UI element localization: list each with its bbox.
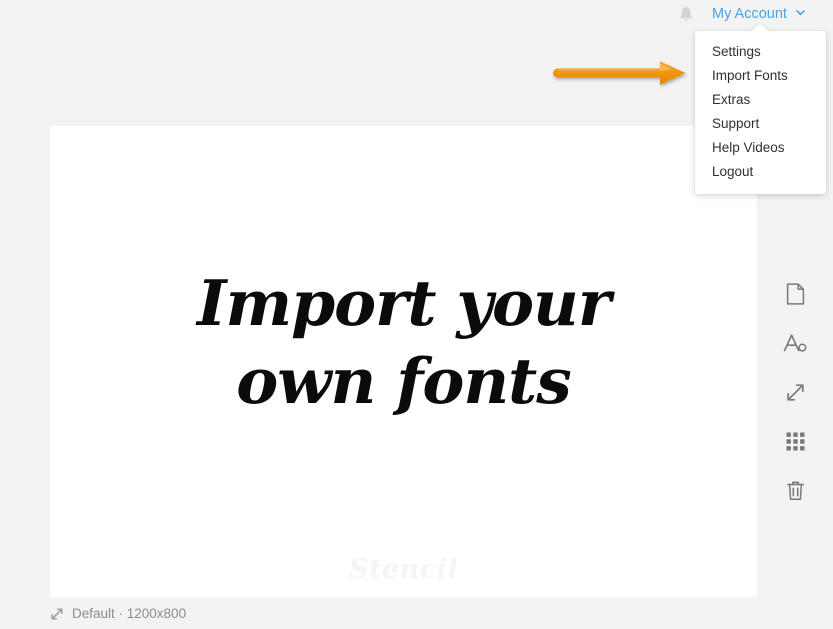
bell-icon[interactable] <box>676 4 696 24</box>
menu-item-help-videos[interactable]: Help Videos <box>695 136 826 160</box>
page-icon[interactable] <box>780 279 810 309</box>
canvas-watermark: Stencil <box>348 554 459 585</box>
tool-sidebar <box>757 126 833 597</box>
text-icon[interactable] <box>780 328 810 358</box>
account-dropdown-menu: Settings Import Fonts Extras Support Hel… <box>695 31 826 194</box>
menu-item-logout[interactable]: Logout <box>695 160 826 184</box>
right-arrow-annotation-icon <box>552 58 692 90</box>
grid-icon[interactable] <box>780 426 810 456</box>
resize-diagonal-icon[interactable] <box>50 607 64 621</box>
menu-item-settings[interactable]: Settings <box>695 40 826 64</box>
resize-icon[interactable] <box>780 377 810 407</box>
canvas-headline-text[interactable]: Import your own fonts <box>50 264 757 420</box>
chevron-down-icon <box>795 7 806 18</box>
design-canvas[interactable]: Import your own fonts Stencil <box>50 126 757 597</box>
status-bar: Default · 1200x800 <box>0 597 833 629</box>
account-menu-trigger[interactable]: My Account <box>712 4 806 23</box>
canvas-size-label[interactable]: Default · 1200x800 <box>72 606 186 621</box>
trash-icon[interactable] <box>780 475 810 505</box>
menu-item-import-fonts[interactable]: Import Fonts <box>695 64 826 88</box>
menu-item-support[interactable]: Support <box>695 112 826 136</box>
menu-item-extras[interactable]: Extras <box>695 88 826 112</box>
account-menu-label: My Account <box>712 5 787 22</box>
top-bar: My Account <box>0 0 833 28</box>
